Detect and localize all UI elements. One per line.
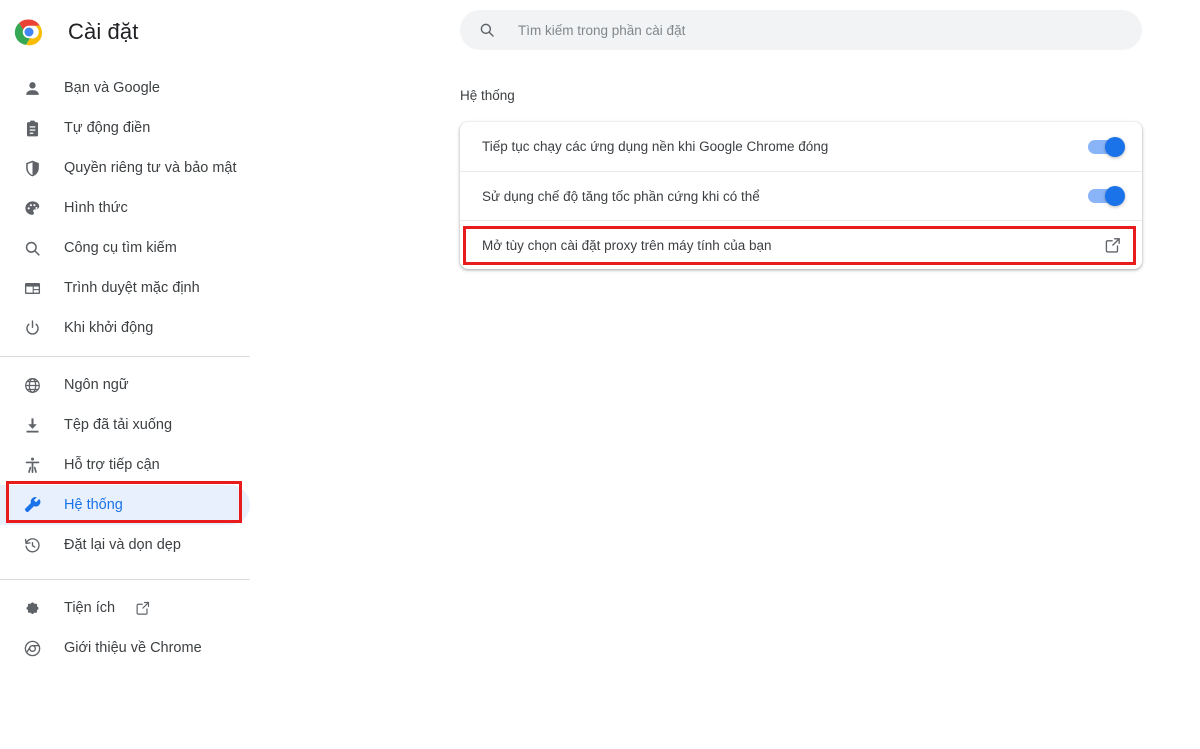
download-icon bbox=[22, 415, 42, 435]
sidebar-item-reset-cleanup[interactable]: Đặt lại và dọn dẹp bbox=[0, 525, 250, 565]
sidebar-divider-1 bbox=[0, 356, 250, 357]
sidebar-item-label: Giới thiệu về Chrome bbox=[64, 640, 202, 656]
sidebar-item-extensions[interactable]: Tiện ích bbox=[0, 588, 250, 628]
sidebar-item-label: Bạn và Google bbox=[64, 80, 160, 96]
toggle-knob bbox=[1105, 186, 1125, 206]
toggle-background-apps[interactable] bbox=[1088, 140, 1122, 154]
sidebar: Cài đặt Bạn và Google bbox=[0, 0, 280, 749]
sidebar-item-label: Công cụ tìm kiếm bbox=[64, 240, 177, 256]
history-restore-icon bbox=[22, 535, 42, 555]
sidebar-group-secondary: Ngôn ngữ Tệp đã tải xuống bbox=[0, 365, 280, 565]
sidebar-item-label: Tự động điền bbox=[64, 120, 150, 136]
main-content: Hệ thống Tiếp tục chạy các ứng dụng nền … bbox=[280, 0, 1200, 749]
puzzle-piece-icon bbox=[22, 598, 42, 618]
search-icon bbox=[22, 238, 42, 258]
row-open-proxy-settings[interactable]: Mở tùy chọn cài đặt proxy trên máy tính … bbox=[460, 220, 1142, 269]
row-background-apps[interactable]: Tiếp tục chạy các ứng dụng nền khi Googl… bbox=[460, 122, 1142, 171]
page-title: Cài đặt bbox=[68, 19, 138, 45]
sidebar-item-label: Hình thức bbox=[64, 200, 128, 216]
shield-icon bbox=[22, 158, 42, 178]
sidebar-item-system[interactable]: Hệ thống bbox=[0, 485, 250, 525]
globe-icon bbox=[22, 375, 42, 395]
sidebar-item-on-startup[interactable]: Khi khởi động bbox=[0, 308, 250, 348]
sidebar-item-label: Tệp đã tải xuống bbox=[64, 417, 172, 433]
sidebar-item-label: Hệ thống bbox=[64, 497, 123, 513]
power-icon bbox=[22, 318, 42, 338]
external-link-icon bbox=[135, 600, 151, 616]
clipboard-icon bbox=[22, 118, 42, 138]
sidebar-item-label: Quyền riêng tư và bảo mật bbox=[64, 160, 237, 176]
sidebar-item-label: Hỗ trợ tiếp cận bbox=[64, 457, 160, 473]
accessibility-icon bbox=[22, 455, 42, 475]
row-label: Sử dụng chế độ tăng tốc phần cứng khi có… bbox=[482, 189, 1088, 204]
sidebar-item-privacy-security[interactable]: Quyền riêng tư và bảo mật bbox=[0, 148, 250, 188]
sidebar-item-label: Ngôn ngữ bbox=[64, 377, 129, 393]
brand-header: Cài đặt bbox=[0, 4, 280, 60]
row-hardware-acceleration[interactable]: Sử dụng chế độ tăng tốc phần cứng khi có… bbox=[460, 171, 1142, 220]
row-label: Mở tùy chọn cài đặt proxy trên máy tính … bbox=[482, 238, 1104, 253]
sidebar-item-you-and-google[interactable]: Bạn và Google bbox=[0, 68, 250, 108]
sidebar-divider-2 bbox=[0, 579, 250, 580]
sidebar-group-primary: Bạn và Google Tự động điền bbox=[0, 60, 280, 348]
row-label: Tiếp tục chạy các ứng dụng nền khi Googl… bbox=[482, 139, 1088, 154]
external-link-icon[interactable] bbox=[1104, 236, 1122, 254]
sidebar-item-default-browser[interactable]: Trình duyệt mặc định bbox=[0, 268, 250, 308]
search-bar[interactable] bbox=[460, 10, 1142, 50]
palette-icon bbox=[22, 198, 42, 218]
sidebar-item-search-engine[interactable]: Công cụ tìm kiếm bbox=[0, 228, 250, 268]
sidebar-item-label: Trình duyệt mặc định bbox=[64, 280, 200, 296]
sidebar-item-accessibility[interactable]: Hỗ trợ tiếp cận bbox=[0, 445, 250, 485]
sidebar-item-downloads[interactable]: Tệp đã tải xuống bbox=[0, 405, 250, 445]
sidebar-group-tertiary: Tiện ích Giới thiệu về Chrome bbox=[0, 588, 280, 668]
section-title: Hệ thống bbox=[460, 88, 515, 103]
chrome-outline-icon bbox=[22, 638, 42, 658]
sidebar-item-about-chrome[interactable]: Giới thiệu về Chrome bbox=[0, 628, 250, 668]
toggle-hardware-acceleration[interactable] bbox=[1088, 189, 1122, 203]
sidebar-item-languages[interactable]: Ngôn ngữ bbox=[0, 365, 250, 405]
chrome-logo-icon bbox=[14, 17, 44, 47]
system-settings-card: Tiếp tục chạy các ứng dụng nền khi Googl… bbox=[460, 122, 1142, 269]
sidebar-item-autofill[interactable]: Tự động điền bbox=[0, 108, 250, 148]
person-icon bbox=[22, 78, 42, 98]
browser-window-icon bbox=[22, 278, 42, 298]
search-icon bbox=[478, 21, 496, 39]
toggle-knob bbox=[1105, 137, 1125, 157]
search-input[interactable] bbox=[518, 23, 1078, 38]
wrench-icon bbox=[22, 495, 42, 515]
chrome-settings-page: Cài đặt Bạn và Google bbox=[0, 0, 1200, 749]
sidebar-item-label: Tiện ích bbox=[64, 600, 115, 616]
sidebar-item-label: Khi khởi động bbox=[64, 320, 153, 336]
sidebar-item-appearance[interactable]: Hình thức bbox=[0, 188, 250, 228]
sidebar-item-label: Đặt lại và dọn dẹp bbox=[64, 537, 181, 553]
